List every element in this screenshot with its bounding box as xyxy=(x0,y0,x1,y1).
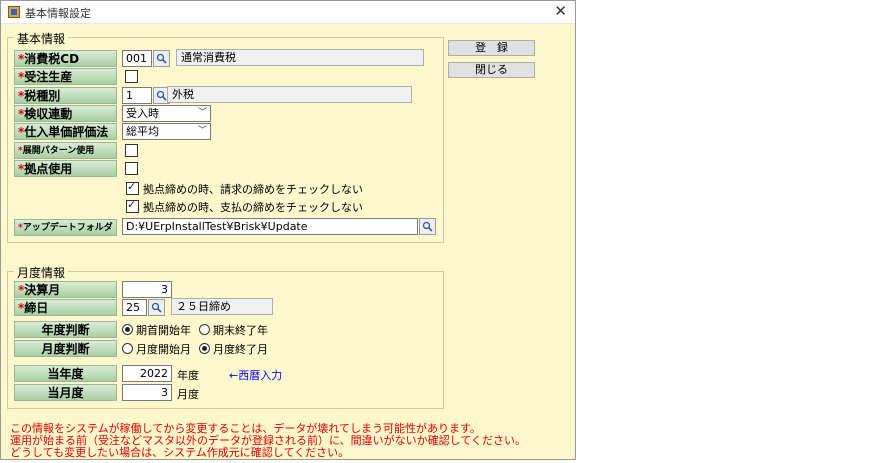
magnifier-icon xyxy=(422,221,433,232)
opt-payment-checkbox[interactable]: ✓ xyxy=(126,198,139,213)
tax-code-label-text: 消費税CD xyxy=(24,52,80,66)
pattern-label-text: 展開パターン使用 xyxy=(22,146,95,156)
app-icon xyxy=(8,6,20,18)
month-judge-label: 月度判断 xyxy=(14,340,117,357)
closing-day-label: *締日 xyxy=(14,299,117,316)
branch-checkbox[interactable] xyxy=(125,162,138,175)
checkmark-icon: ✓ xyxy=(127,198,137,211)
update-folder-browse-button[interactable] xyxy=(419,218,436,235)
year-judge-opt1-label: 期首開始年 xyxy=(136,324,191,337)
valuation-select-value: 総平均 xyxy=(126,125,159,138)
warning-line-3: どうしても変更したい場合は、システム作成元に確認してください。 xyxy=(10,446,350,459)
inspection-select[interactable]: 受入時 ﹀ xyxy=(122,105,211,122)
opt-payment-label: 拠点締めの時、支払の締めをチェックしない xyxy=(143,201,363,214)
month-judge-radio-end[interactable] xyxy=(199,343,210,354)
magnifier-icon xyxy=(156,90,167,101)
settle-month-label: *決算月 xyxy=(14,281,117,298)
tax-name-display: 通常消費税 xyxy=(176,49,424,66)
order-production-label-text: 受注生産 xyxy=(24,70,73,84)
tax-code-label: *消費税CD xyxy=(14,50,117,67)
update-folder-input[interactable]: D:¥UErpInstallTest¥Brisk¥Update xyxy=(122,218,418,235)
branch-label: *拠点使用 xyxy=(14,160,117,177)
window-title: 基本情報設定 xyxy=(25,7,91,20)
settings-window: 基本情報設定 ✕ 登 録 閉じる 基本情報 *消費税CD 001 通常消費税 *… xyxy=(0,0,576,460)
basic-info-title: 基本情報 xyxy=(14,30,69,47)
year-judge-opt2-label: 期末終了年 xyxy=(213,324,268,337)
update-folder-label: *アップデートフォルダ xyxy=(14,219,117,236)
inspection-label: *検収連動 xyxy=(14,105,117,122)
current-year-unit: 年度 xyxy=(177,369,199,382)
tax-type-label: *税種別 xyxy=(14,87,117,104)
tax-code-search-button[interactable] xyxy=(153,50,170,67)
month-judge-opt1-label: 月度開始月 xyxy=(136,343,191,356)
current-month-input[interactable]: 3 xyxy=(122,384,172,401)
settle-month-input[interactable]: 3 xyxy=(122,281,172,298)
valuation-label: *仕入単価評価法 xyxy=(14,123,117,140)
month-judge-opt2-label: 月度終了月 xyxy=(213,343,268,356)
chevron-down-icon: ﹀ xyxy=(197,108,207,118)
monthly-info-title: 月度情報 xyxy=(14,264,69,281)
closing-day-search-button[interactable] xyxy=(148,299,165,316)
month-judge-radio-start[interactable] xyxy=(122,343,133,354)
tax-type-name-display: 外税 xyxy=(167,86,412,103)
year-judge-radio-start[interactable] xyxy=(122,324,133,335)
chevron-down-icon: ﹀ xyxy=(197,126,207,136)
year-judge-radio-end[interactable] xyxy=(199,324,210,335)
opt-billing-label: 拠点締めの時、請求の締めをチェックしない xyxy=(143,183,363,196)
order-production-label: *受注生産 xyxy=(14,68,117,85)
current-year-label: 当年度 xyxy=(14,365,117,382)
closing-day-label-text: 締日 xyxy=(24,301,49,315)
register-button[interactable]: 登 録 xyxy=(448,40,535,56)
inspection-select-value: 受入時 xyxy=(126,107,159,120)
tax-code-input[interactable]: 001 xyxy=(122,50,152,67)
tax-type-input[interactable]: 1 xyxy=(122,87,152,104)
update-folder-label-text: アップデートフォルダ xyxy=(22,223,113,233)
opt-billing-checkbox[interactable]: ✓ xyxy=(126,180,139,195)
inspection-label-text: 検収連動 xyxy=(24,107,73,121)
valuation-select[interactable]: 総平均 ﹀ xyxy=(122,123,211,140)
valuation-label-text: 仕入単価評価法 xyxy=(24,125,109,139)
tax-type-label-text: 税種別 xyxy=(24,89,61,103)
settle-month-label-text: 決算月 xyxy=(24,283,61,297)
pattern-checkbox[interactable] xyxy=(125,144,138,157)
closing-day-input[interactable]: 25 xyxy=(122,299,147,316)
current-month-label: 当月度 xyxy=(14,384,117,401)
checkmark-icon: ✓ xyxy=(127,180,137,193)
current-month-unit: 月度 xyxy=(177,388,199,401)
title-bar: 基本情報設定 ✕ xyxy=(1,1,575,24)
closing-day-name-display: ２５日締め xyxy=(171,298,273,315)
pattern-label: *展開パターン使用 xyxy=(14,142,117,159)
close-button[interactable]: 閉じる xyxy=(448,62,535,78)
current-year-input[interactable]: 2022 xyxy=(122,365,172,382)
order-production-checkbox[interactable] xyxy=(125,70,138,83)
year-judge-label: 年度判断 xyxy=(14,321,117,338)
magnifier-icon xyxy=(151,302,162,313)
branch-label-text: 拠点使用 xyxy=(24,162,73,176)
magnifier-icon xyxy=(156,53,167,64)
current-year-hint: ←西暦入力 xyxy=(229,369,283,382)
close-window-icon[interactable]: ✕ xyxy=(554,2,567,20)
